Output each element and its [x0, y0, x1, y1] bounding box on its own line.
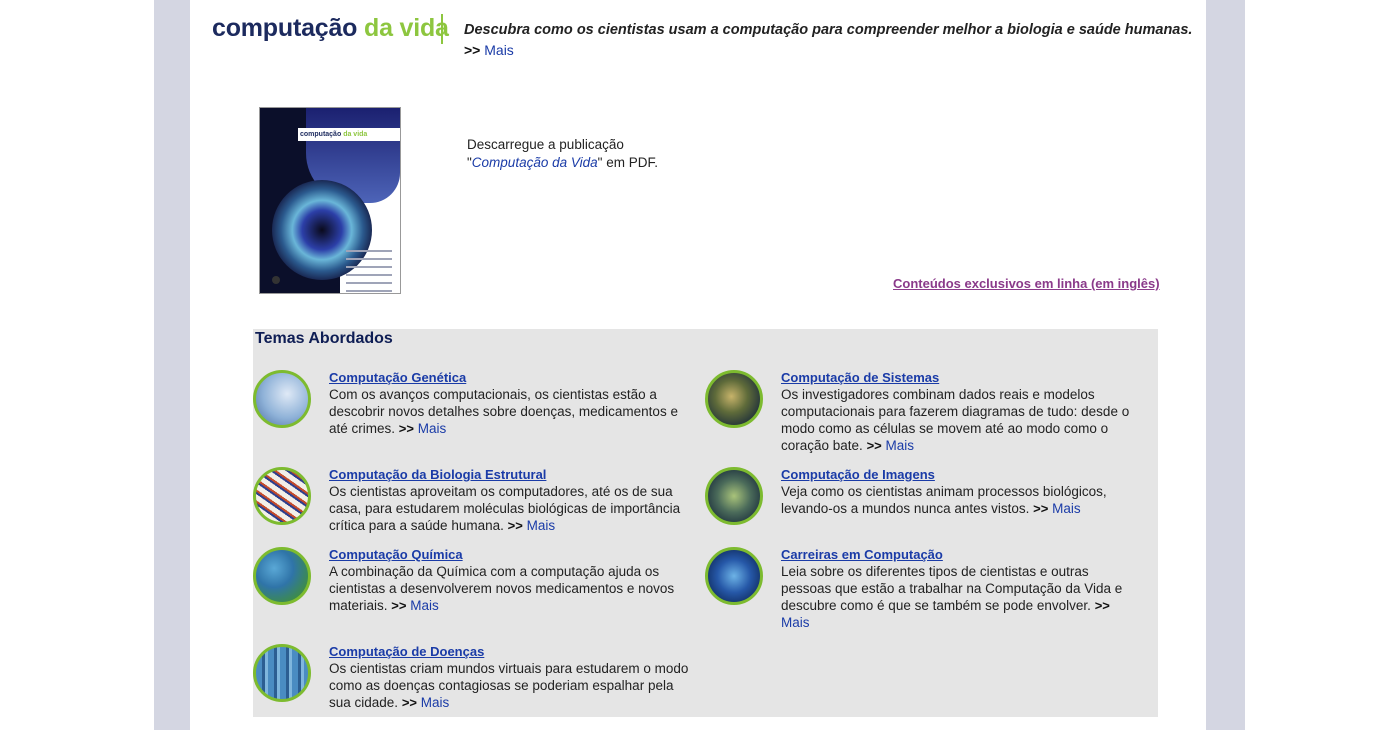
site-logo[interactable]: computação da vida: [212, 14, 449, 43]
topic-sistemas-desc: Os investigadores combinam dados reais e…: [781, 386, 1141, 454]
page-content: computação da vida Descubra como os cien…: [190, 0, 1206, 730]
cover-title-word2: da vida: [343, 131, 368, 138]
logo-word-computacao: computação: [212, 14, 358, 42]
download-pdf-link[interactable]: Computação da Vida: [472, 155, 598, 170]
download-line1: Descarregue a publicação: [467, 137, 624, 152]
topic-sistemas-more-link[interactable]: Mais: [886, 438, 915, 453]
topic-doencas-desc: Os cientistas criam mundos virtuais para…: [329, 660, 689, 711]
topic-genetica-title[interactable]: Computação Genética: [329, 370, 466, 385]
topic-genetica-desc: Com os avanços computacionais, os cienti…: [329, 386, 689, 437]
topic-biologia-estrutural-desc: Os cientistas aproveitam os computadores…: [329, 483, 689, 534]
topic-biologia-estrutural-title[interactable]: Computação da Biologia Estrutural: [329, 467, 546, 482]
tagline: Descubra como os cientistas usam a compu…: [464, 22, 1193, 38]
topic-imagens-desc: Veja como os cientistas animam processos…: [781, 483, 1141, 517]
cover-contents-lines: [346, 250, 392, 293]
topic-sistemas-thumbnail[interactable]: [705, 370, 763, 428]
download-suffix: em PDF.: [602, 155, 658, 170]
topics-panel: Temas Abordados Computação Genética Com …: [253, 329, 1158, 717]
logo-divider: [441, 14, 443, 44]
topic-imagens-title[interactable]: Computação de Imagens: [781, 467, 935, 482]
topic-biologia-estrutural-thumbnail[interactable]: [253, 467, 311, 525]
more-arrows: >>: [391, 598, 407, 613]
more-arrows: >>: [507, 518, 523, 533]
more-arrows: >>: [401, 695, 418, 710]
topic-genetica-thumbnail[interactable]: [253, 370, 311, 428]
more-arrows: >>: [866, 438, 882, 453]
topic-carreiras-desc: Leia sobre os diferentes tipos de cienti…: [781, 563, 1141, 631]
topic-desc-text: Os cientistas aproveitam os computadores…: [329, 484, 681, 533]
topic-carreiras-title[interactable]: Carreiras em Computação: [781, 547, 943, 562]
logo-word-da-vida: da vida: [364, 14, 449, 42]
topic-genetica-more-link[interactable]: Mais: [418, 421, 447, 436]
download-title: Computação da Vida: [471, 155, 598, 170]
tagline-more-link[interactable]: Mais: [484, 42, 514, 58]
cover-seal-icon: [272, 276, 280, 284]
topic-desc-text: Com os avanços computacionais, os cienti…: [329, 387, 678, 436]
topic-quimica-more-link[interactable]: Mais: [410, 598, 439, 613]
topic-quimica-title[interactable]: Computação Química: [329, 547, 463, 562]
topic-carreiras-thumbnail[interactable]: [705, 547, 763, 605]
topics-heading: Temas Abordados: [255, 330, 393, 347]
topic-quimica-thumbnail[interactable]: [253, 547, 311, 605]
tagline-more: >> Mais: [464, 42, 514, 58]
topic-doencas-more-link[interactable]: Mais: [421, 695, 450, 710]
topic-desc-text: Os cientistas criam mundos virtuais para…: [329, 661, 689, 710]
cover-title-word1: computação: [300, 131, 342, 138]
topic-carreiras-more-link[interactable]: Mais: [781, 615, 810, 630]
publication-cover-image[interactable]: computação da vida: [259, 107, 401, 294]
topic-desc-text: Leia sobre os diferentes tipos de cienti…: [781, 564, 1123, 613]
more-arrows: >>: [398, 421, 414, 436]
topic-desc-text: A combinação da Química com a computação…: [329, 564, 675, 613]
topic-quimica-desc: A combinação da Química com a computação…: [329, 563, 689, 614]
topic-doencas-title[interactable]: Computação de Doenças: [329, 644, 484, 659]
more-arrows: >>: [464, 42, 481, 58]
topic-imagens-thumbnail[interactable]: [705, 467, 763, 525]
download-line2: "Computação da Vida" em PDF.: [467, 154, 658, 172]
cover-title: computação da vida: [298, 128, 400, 141]
right-side-band: [1206, 0, 1245, 730]
topic-biologia-estrutural-more-link[interactable]: Mais: [527, 518, 556, 533]
left-side-band: [154, 0, 190, 730]
exclusive-content-link[interactable]: Conteúdos exclusivos em linha (em inglês…: [893, 276, 1160, 291]
download-text: Descarregue a publicação "Computação da …: [467, 136, 658, 172]
topic-imagens-more-link[interactable]: Mais: [1052, 501, 1081, 516]
topic-sistemas-title[interactable]: Computação de Sistemas: [781, 370, 939, 385]
topic-doencas-thumbnail[interactable]: [253, 644, 311, 702]
more-arrows: >>: [1033, 501, 1049, 516]
more-arrows: >>: [1094, 598, 1110, 613]
topic-desc-text: Os investigadores combinam dados reais e…: [781, 387, 1130, 453]
